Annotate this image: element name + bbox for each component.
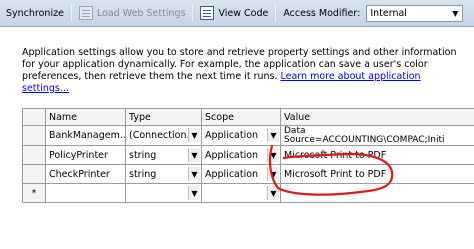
grid-header-row: Name Type Scope Value <box>23 109 474 126</box>
column-header-type[interactable]: Type <box>126 109 202 126</box>
setting-scope-value: Application <box>205 149 259 161</box>
settings-description: Application settings allow you to store … <box>22 47 462 95</box>
setting-type-cell[interactable]: string ▼ <box>126 165 202 184</box>
row-selector[interactable] <box>23 165 46 184</box>
setting-scope-value: Application <box>205 130 259 141</box>
setting-value-line2: Source=ACCOUNTING\COMPAC;Initi <box>284 134 445 145</box>
setting-value-cell[interactable]: Microsoft Print to PDF <box>281 146 474 165</box>
load-web-settings-button[interactable]: Load Web Settings <box>75 3 190 23</box>
table-row: CheckPrinter string ▼ Application ▼ Micr… <box>23 165 474 184</box>
setting-name-cell[interactable]: CheckPrinter <box>46 165 126 184</box>
row-selector[interactable] <box>23 146 46 165</box>
row-selector[interactable] <box>23 126 46 146</box>
column-header-value[interactable]: Value <box>281 109 474 126</box>
access-modifier-value: Internal <box>370 7 407 19</box>
setting-scope-value: Application <box>205 168 259 180</box>
toolbar-separator <box>192 4 194 22</box>
view-code-icon <box>200 6 215 20</box>
table-row: BankManagem... (Connection... ▼ Applicat… <box>23 126 474 146</box>
chevron-down-icon[interactable]: ▼ <box>267 167 279 181</box>
setting-scope-cell[interactable]: Application ▼ <box>202 126 281 146</box>
load-settings-icon <box>78 6 93 20</box>
settings-grid: Name Type Scope Value BankManagem... (Co… <box>22 108 474 203</box>
column-header-name[interactable]: Name <box>46 109 126 126</box>
setting-type-cell[interactable]: string ▼ <box>126 146 202 165</box>
view-code-button[interactable]: View Code <box>196 3 272 23</box>
access-modifier-group: Access Modifier: Internal ▼ <box>279 3 467 23</box>
setting-scope-cell[interactable]: Application ▼ <box>202 146 281 165</box>
setting-scope-cell[interactable]: ▼ <box>202 184 281 203</box>
setting-type-cell[interactable]: ▼ <box>126 184 202 203</box>
chevron-down-icon[interactable]: ▼ <box>267 128 279 142</box>
new-row: * ▼ ▼ <box>23 184 474 203</box>
setting-type-cell[interactable]: (Connection... ▼ <box>126 126 202 146</box>
column-header-scope[interactable]: Scope <box>202 109 281 126</box>
table-row: PolicyPrinter string ▼ Application ▼ Mic… <box>23 146 474 165</box>
setting-name-cell[interactable]: PolicyPrinter <box>46 146 126 165</box>
setting-scope-cell[interactable]: Application ▼ <box>202 165 281 184</box>
row-header-corner <box>23 109 46 126</box>
toolbar-separator <box>70 4 72 22</box>
settings-toolbar: Synchronize Load Web Settings View Code … <box>0 0 474 27</box>
chevron-down-icon[interactable]: ▼ <box>188 148 200 162</box>
setting-type-value: string <box>129 149 157 161</box>
setting-type-value: string <box>129 168 157 180</box>
setting-value-cell[interactable] <box>281 184 474 203</box>
load-web-settings-label: Load Web Settings <box>96 7 186 19</box>
new-row-marker[interactable]: * <box>23 184 46 203</box>
chevron-down-icon[interactable]: ▼ <box>188 186 200 200</box>
view-code-label: View Code <box>218 7 269 19</box>
access-modifier-dropdown[interactable]: Internal ▼ <box>366 4 464 22</box>
access-modifier-label: Access Modifier: <box>283 7 361 19</box>
setting-value-cell[interactable]: Microsoft Print to PDF <box>281 165 474 184</box>
chevron-down-icon[interactable]: ▼ <box>188 167 200 181</box>
chevron-down-icon[interactable]: ▼ <box>267 148 279 162</box>
setting-name-cell[interactable] <box>46 184 126 203</box>
chevron-down-icon[interactable]: ▼ <box>188 128 200 142</box>
synchronize-button[interactable]: Synchronize <box>2 3 68 23</box>
setting-type-value: (Connection... <box>129 130 196 141</box>
setting-value-cell[interactable]: Data Source=ACCOUNTING\COMPAC;Initi <box>281 126 474 146</box>
chevron-down-icon[interactable]: ▼ <box>267 186 279 200</box>
chevron-down-icon[interactable]: ▼ <box>448 6 462 21</box>
synchronize-label: Synchronize <box>6 7 64 19</box>
toolbar-separator <box>275 4 277 22</box>
setting-name-cell[interactable]: BankManagem... <box>46 126 126 146</box>
